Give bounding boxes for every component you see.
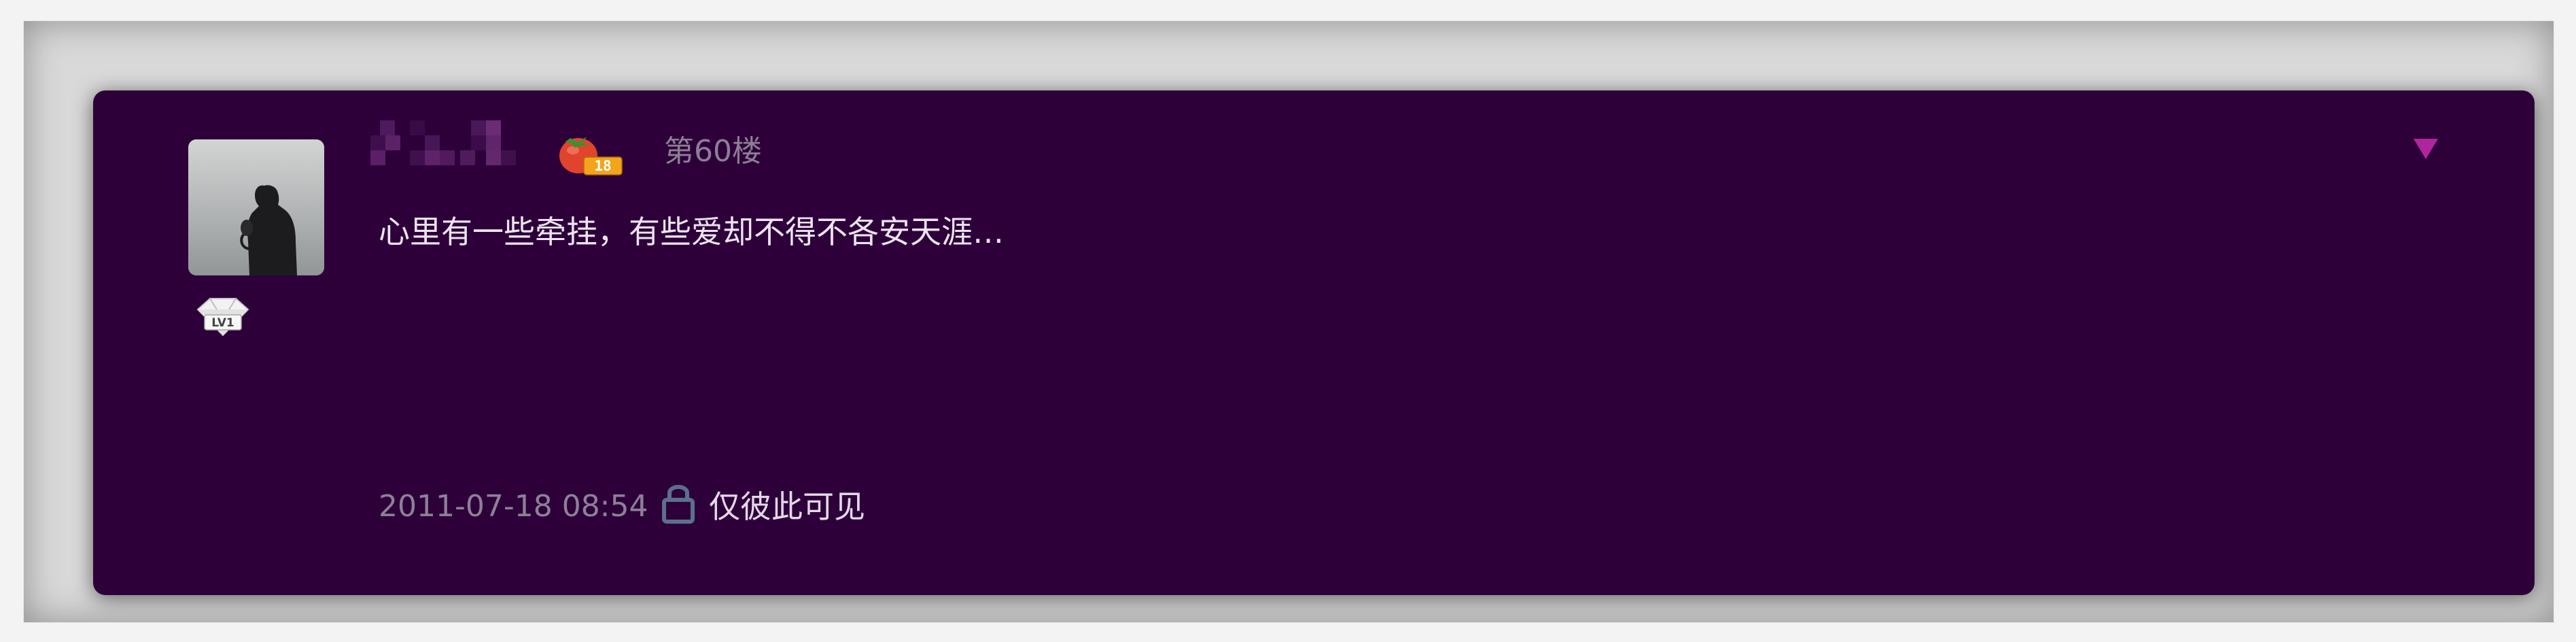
fruit-badge: 18 <box>555 127 629 176</box>
avatar-image <box>188 139 324 275</box>
post-content: 心里有一些牵挂，有些爱却不得不各安天涯… <box>379 214 1004 250</box>
avatar[interactable] <box>188 139 324 275</box>
lock-icon <box>661 481 695 526</box>
username-pixelated <box>370 120 516 165</box>
diamond-badge-icon: LV1 <box>196 298 249 337</box>
fruit-badge-count: 18 <box>594 158 611 174</box>
level-badge-text: LV1 <box>211 316 234 330</box>
level-badge: LV1 <box>194 294 252 339</box>
tomato-badge-icon: 18 <box>559 137 623 175</box>
username-mosaic[interactable] <box>370 120 516 172</box>
post-timestamp: 2011-07-18 08:54 <box>379 489 648 524</box>
more-options-button[interactable] <box>2404 127 2448 171</box>
visibility-label: 仅彼此可见 <box>709 488 865 525</box>
floor-number: 第60楼 <box>664 134 762 169</box>
comment-card: LV1 18 第60楼 心里有一些牵挂，有些爱却不得不各安天涯… 2011-07… <box>93 90 2535 595</box>
triangle-down-icon <box>2414 139 2438 159</box>
page-frame: LV1 18 第60楼 心里有一些牵挂，有些爱却不得不各安天涯… 2011-07… <box>23 20 2554 623</box>
lock-icon-shape <box>662 485 695 524</box>
